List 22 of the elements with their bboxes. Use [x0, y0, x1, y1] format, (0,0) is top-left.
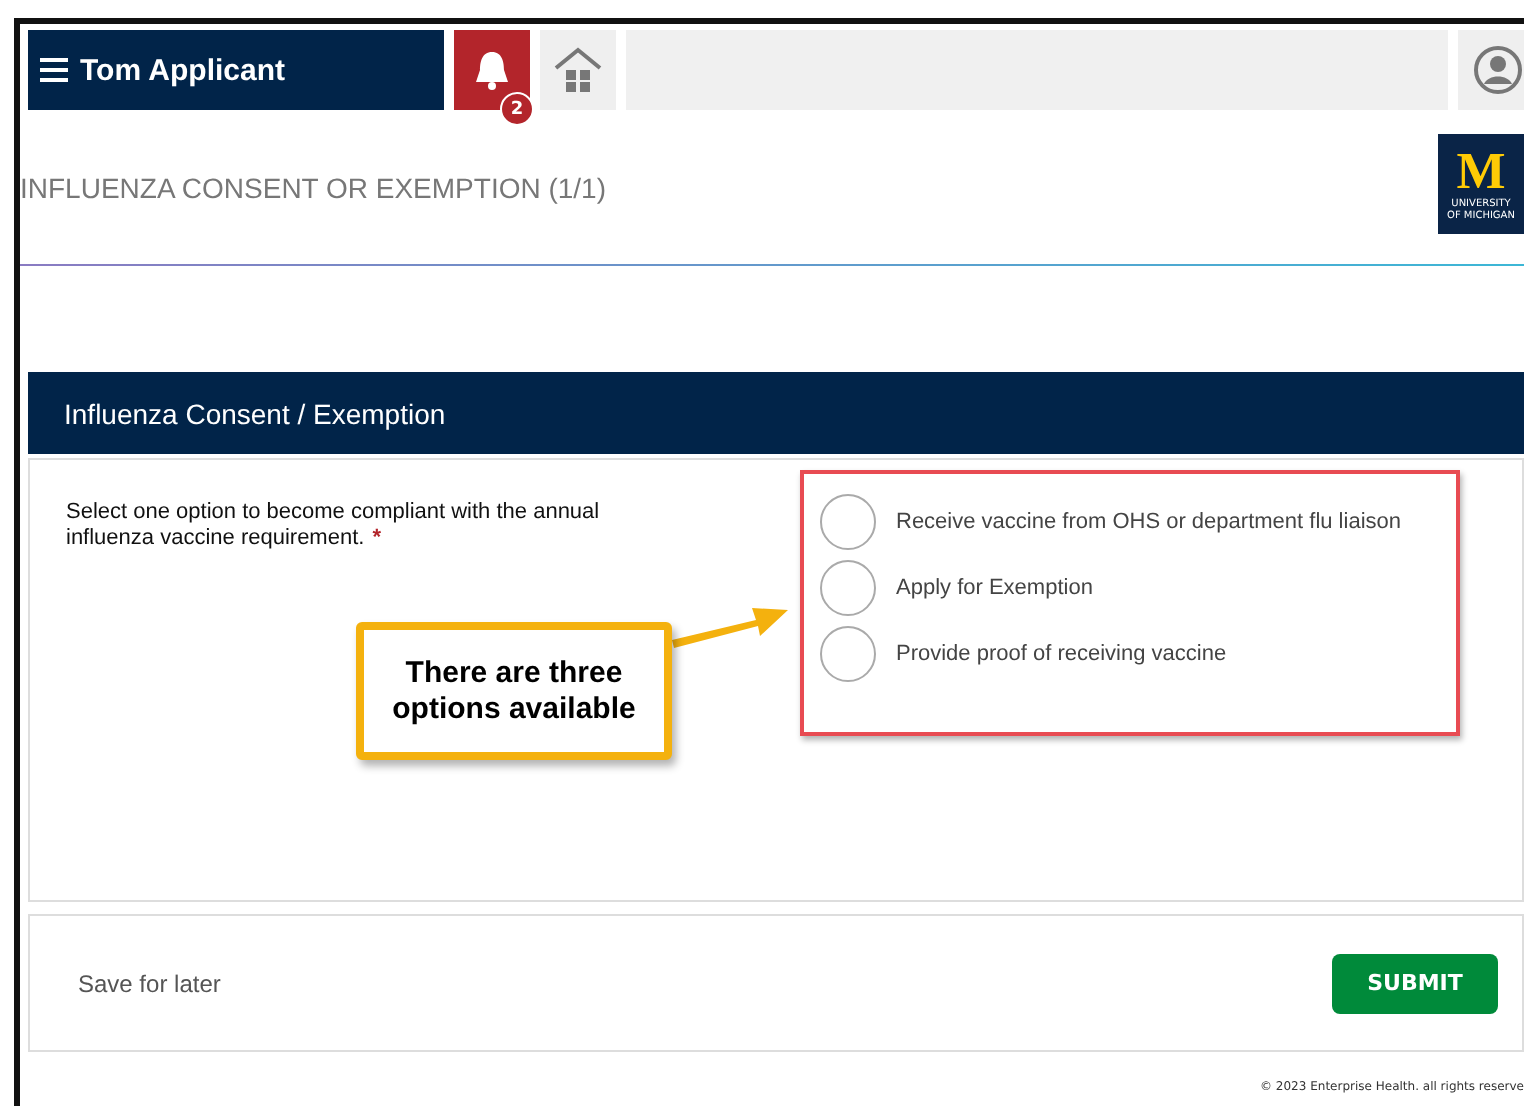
- submit-button[interactable]: SUBMIT: [1332, 953, 1498, 1013]
- home-button[interactable]: [540, 30, 616, 110]
- profile-button[interactable]: [1458, 30, 1524, 110]
- user-name: Tom Applicant: [80, 53, 285, 87]
- question-text: Select one option to become compliant with the annual influenza vaccine requirement. *: [66, 500, 602, 552]
- radio-option[interactable]: Provide proof of receiving vaccine: [820, 626, 1440, 682]
- section-title: Influenza Consent / Exemption: [64, 397, 446, 429]
- home-icon: [552, 44, 604, 96]
- radio-button[interactable]: [820, 560, 876, 616]
- save-link[interactable]: Save for later: [78, 969, 221, 997]
- notification-count: 2: [500, 92, 534, 126]
- notifications-button[interactable]: [454, 30, 530, 110]
- page-title: INFLUENZA CONSENT OR EXEMPTION (1/1): [20, 171, 607, 203]
- bell-icon: [470, 48, 514, 92]
- menu-icon[interactable]: [40, 58, 68, 82]
- callout-box: There are three options available: [356, 622, 672, 760]
- user-icon: [1474, 46, 1522, 94]
- radio-option[interactable]: Apply for Exemption: [820, 560, 1440, 616]
- logo-letter: M: [1456, 145, 1506, 197]
- radio-button[interactable]: [820, 494, 876, 550]
- radio-button[interactable]: [820, 626, 876, 682]
- radio-option[interactable]: Receive vaccine from OHS or department flu liaison: [820, 494, 1440, 550]
